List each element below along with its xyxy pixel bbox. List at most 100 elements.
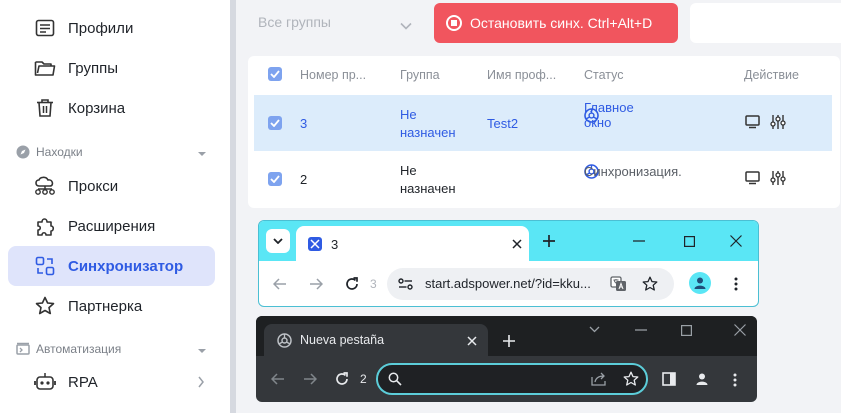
trash-icon bbox=[34, 97, 56, 119]
new-tab-icon[interactable] bbox=[541, 233, 557, 249]
column-header-name[interactable]: Имя проф... bbox=[487, 68, 556, 82]
tab-active[interactable]: 3 bbox=[296, 226, 529, 261]
close-window-icon[interactable] bbox=[732, 322, 748, 338]
column-header-action[interactable]: Действие bbox=[744, 68, 799, 82]
settings-sliders-icon[interactable] bbox=[770, 170, 786, 189]
address-bar[interactable]: start.adspower.net/?id=kku... bbox=[387, 268, 674, 300]
menu-kebab-icon[interactable] bbox=[729, 371, 741, 389]
new-tab-icon[interactable] bbox=[501, 333, 517, 349]
row-number: 3 bbox=[300, 116, 308, 131]
browser-window-synced[interactable]: Nueva pestaña 2 bbox=[256, 316, 757, 402]
sidebar-item-synchronizer[interactable]: Синхронизатор bbox=[8, 246, 215, 286]
sidebar-item-profiles[interactable]: Профили bbox=[8, 8, 215, 48]
monitor-icon[interactable] bbox=[745, 115, 760, 132]
minimize-icon[interactable] bbox=[631, 234, 647, 248]
tab-title: Nueva pestaña bbox=[300, 333, 385, 347]
row-group-line1: Не bbox=[400, 163, 417, 178]
profile-avatar-icon[interactable] bbox=[693, 370, 711, 388]
search-input[interactable] bbox=[690, 3, 841, 43]
chevron-down-icon bbox=[400, 17, 412, 33]
column-header-group[interactable]: Группа bbox=[400, 68, 440, 82]
section-finds[interactable]: Находки bbox=[16, 142, 206, 162]
table-header: Номер пр... Группа Имя проф... Статус Де… bbox=[248, 56, 840, 92]
table-row[interactable]: 3 Не назначен Test2 Главное окно bbox=[254, 95, 832, 151]
chevron-right-icon bbox=[197, 375, 205, 391]
settings-sliders-icon[interactable] bbox=[770, 114, 786, 133]
search-icon bbox=[387, 371, 403, 387]
close-tab-icon[interactable] bbox=[510, 237, 524, 251]
chrome-favicon-icon bbox=[277, 333, 292, 348]
forward-icon[interactable] bbox=[302, 371, 318, 387]
maximize-icon[interactable] bbox=[678, 322, 694, 338]
sidebar-item-proxy[interactable]: Прокси bbox=[8, 166, 215, 206]
profile-avatar-icon[interactable] bbox=[689, 272, 711, 294]
share-icon[interactable] bbox=[590, 371, 608, 387]
sidebar-item-rpa[interactable]: RPA bbox=[8, 362, 215, 402]
sidebar: Профили Группы Корзина Находки Прокси Ра… bbox=[0, 0, 230, 413]
folder-icon bbox=[34, 57, 56, 79]
tab-bar: Nueva pestaña bbox=[256, 316, 757, 356]
tab-title: 3 bbox=[331, 237, 339, 252]
site-settings-icon[interactable] bbox=[397, 276, 413, 292]
select-all-checkbox[interactable] bbox=[268, 67, 282, 81]
sidebar-item-label: RPA bbox=[68, 373, 98, 391]
sidebar-item-label: Прокси bbox=[68, 177, 119, 195]
column-header-status[interactable]: Статус bbox=[584, 68, 624, 82]
sidebar-item-extensions[interactable]: Расширения bbox=[8, 206, 215, 246]
bookmark-star-icon[interactable] bbox=[641, 275, 659, 293]
row-checkbox[interactable] bbox=[268, 116, 282, 130]
tab-search-button[interactable] bbox=[266, 229, 290, 253]
sidebar-item-label: Партнерка bbox=[68, 297, 143, 315]
sidebar-item-label: Группы bbox=[68, 59, 118, 77]
maximize-icon[interactable] bbox=[681, 233, 697, 249]
reload-icon[interactable] bbox=[334, 371, 350, 387]
sidebar-item-label: Синхронизатор bbox=[68, 257, 184, 275]
window-number: 3 bbox=[370, 277, 377, 291]
translate-icon[interactable] bbox=[609, 275, 627, 293]
stop-icon bbox=[446, 15, 462, 31]
back-icon[interactable] bbox=[270, 371, 286, 387]
sidebar-item-label: Расширения bbox=[68, 217, 156, 235]
adspower-favicon-icon bbox=[308, 237, 322, 251]
row-group-line2: назначен bbox=[400, 125, 456, 140]
caret-down-icon bbox=[197, 146, 207, 160]
section-label: Находки bbox=[36, 145, 83, 159]
sidebar-item-label: Профили bbox=[68, 19, 134, 37]
section-automation[interactable]: Автоматизация bbox=[16, 339, 206, 359]
tab-search-chevron-icon[interactable] bbox=[586, 322, 602, 336]
menu-kebab-icon[interactable] bbox=[730, 275, 742, 293]
puzzle-icon bbox=[34, 215, 56, 237]
row-status-label: Синхронизация. bbox=[584, 163, 682, 179]
address-url: start.adspower.net/?id=kku... bbox=[425, 276, 591, 291]
minimize-icon[interactable] bbox=[633, 323, 649, 337]
window-number: 2 bbox=[360, 372, 367, 386]
browser-window-main[interactable]: 3 3 start.adspower.net/?id=kku... bbox=[258, 220, 759, 307]
column-header-number[interactable]: Номер пр... bbox=[300, 68, 366, 82]
row-profile-name: Test2 bbox=[487, 116, 519, 131]
tab-bar: 3 bbox=[259, 221, 758, 261]
monitor-icon[interactable] bbox=[745, 171, 760, 188]
close-window-icon[interactable] bbox=[728, 233, 744, 249]
section-label: Автоматизация bbox=[36, 342, 122, 356]
compass-icon bbox=[16, 145, 30, 159]
star-icon bbox=[34, 295, 56, 317]
stop-sync-button[interactable]: Остановить синх. Ctrl+Alt+D bbox=[434, 3, 678, 43]
sync-windows-icon bbox=[34, 255, 56, 277]
sidebar-item-partners[interactable]: Партнерка bbox=[8, 286, 215, 326]
tab-active[interactable]: Nueva pestaña bbox=[264, 324, 488, 356]
reload-icon[interactable] bbox=[344, 276, 360, 292]
group-select[interactable]: Все группы bbox=[258, 6, 418, 38]
omnibox-input[interactable] bbox=[376, 363, 648, 395]
row-status-label: Главное окно bbox=[584, 100, 634, 130]
sidebar-item-groups[interactable]: Группы bbox=[8, 48, 215, 88]
side-panel-icon[interactable] bbox=[661, 371, 677, 387]
close-tab-icon[interactable] bbox=[465, 334, 479, 348]
row-group-line1: Не bbox=[400, 107, 417, 122]
back-icon[interactable] bbox=[272, 276, 288, 292]
table-row[interactable]: 2 Не назначен Синхронизация. bbox=[254, 152, 832, 208]
automation-icon bbox=[16, 342, 30, 356]
forward-icon[interactable] bbox=[308, 276, 324, 292]
bookmark-star-icon[interactable] bbox=[622, 371, 640, 387]
row-checkbox[interactable] bbox=[268, 172, 282, 186]
sidebar-item-trash[interactable]: Корзина bbox=[8, 88, 215, 128]
